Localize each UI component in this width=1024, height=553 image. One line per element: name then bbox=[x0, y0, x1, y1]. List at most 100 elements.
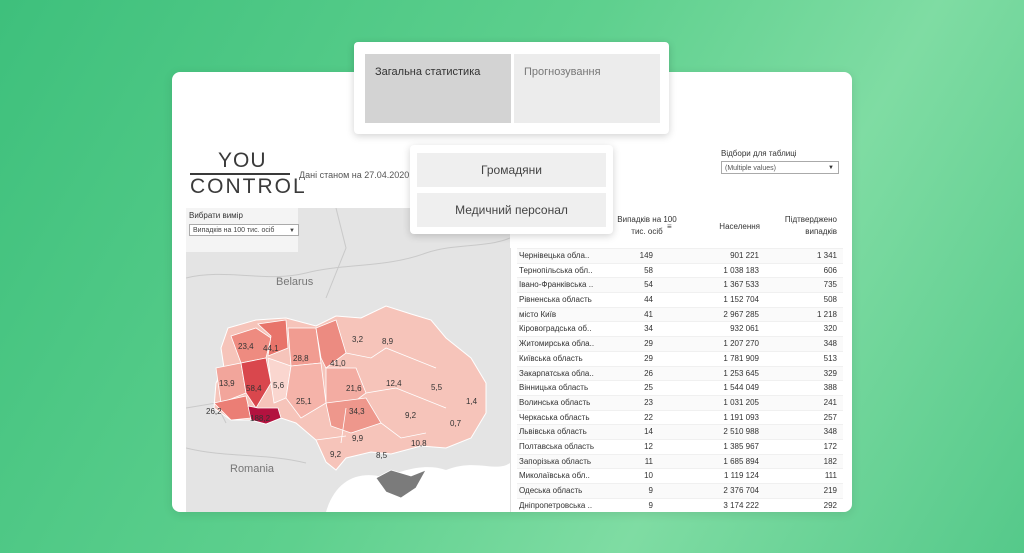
cell-pop: 1 367 533 bbox=[723, 280, 759, 290]
region-label: 25,1 bbox=[296, 397, 312, 406]
tab-label: Прогнозування bbox=[524, 66, 601, 78]
region-label: 10,8 bbox=[411, 439, 427, 448]
cell-rate: 29 bbox=[644, 339, 653, 349]
people-selector-panel: Громадяни Медичний персонал bbox=[410, 145, 613, 234]
region-label: 41,0 bbox=[330, 359, 346, 368]
col-header-population[interactable]: Населення bbox=[705, 222, 760, 231]
table-row[interactable]: місто Київ 41 2 967 285 1 218 bbox=[517, 306, 843, 322]
tab-general-statistics[interactable]: Загальна статистика bbox=[365, 54, 511, 123]
cell-pop: 3 174 222 bbox=[723, 500, 759, 510]
cell-pop: 2 376 704 bbox=[723, 486, 759, 495]
region-label: 0,7 bbox=[450, 419, 462, 428]
cell-rate: 9 bbox=[648, 500, 653, 510]
table-filter-dropdown[interactable]: (Multiple values) ▼ bbox=[721, 161, 839, 174]
cell-rate: 34 bbox=[644, 324, 653, 334]
cell-pop: 1 544 049 bbox=[723, 383, 759, 393]
cell-cases: 513 bbox=[823, 353, 837, 363]
region-label: 9,2 bbox=[330, 450, 342, 459]
table-row[interactable]: Черкаська область 22 1 191 093 257 bbox=[517, 409, 843, 425]
table-row[interactable]: Чернівецька обла.. 149 901 221 1 341 bbox=[517, 248, 843, 263]
cell-pop: 1 031 205 bbox=[723, 397, 759, 407]
table-row[interactable]: Дніпропетровська .. 9 3 174 222 292 bbox=[517, 497, 843, 512]
region-label: 1,4 bbox=[466, 397, 478, 406]
cell-cases: 172 bbox=[823, 441, 837, 451]
cell-rate: 14 bbox=[644, 427, 653, 437]
cell-pop: 1 038 183 bbox=[723, 265, 759, 275]
table-body: Чернівецька обла.. 149 901 221 1 341 Тернопі… bbox=[517, 248, 843, 512]
cell-rate: 58 bbox=[644, 265, 653, 275]
region-label: 8,9 bbox=[382, 337, 394, 346]
region-label: 5,6 bbox=[273, 381, 285, 390]
cell-cases: 257 bbox=[823, 412, 837, 422]
cell-pop: 1 191 093 bbox=[723, 412, 759, 422]
cell-rate: 9 bbox=[648, 486, 653, 495]
cell-pop: 1 152 704 bbox=[723, 295, 759, 305]
cell-rate: 41 bbox=[644, 309, 653, 319]
table-row[interactable]: Миколаївська обл.. 10 1 119 124 111 bbox=[517, 468, 843, 483]
cell-cases: 606 bbox=[823, 265, 837, 275]
col-header-cases[interactable]: Підтверджено випадків bbox=[767, 214, 837, 238]
chevron-down-icon: ▼ bbox=[289, 228, 295, 234]
table-row[interactable]: Тернопільська обл.. 58 1 038 183 606 bbox=[517, 262, 843, 278]
table-row[interactable]: Полтавська область 12 1 385 967 172 bbox=[517, 438, 843, 454]
cell-cases: 219 bbox=[823, 486, 837, 495]
logo-bottom-text: CONTROL bbox=[190, 175, 307, 198]
table-row[interactable]: Житомирська обла.. 29 1 207 270 348 bbox=[517, 336, 843, 351]
region-label: 188,2 bbox=[250, 414, 271, 423]
country-label-romania: Romania bbox=[230, 463, 275, 475]
dimension-dropdown[interactable]: Випадків на 100 тис. осіб ▼ bbox=[189, 224, 299, 236]
table-row[interactable]: Запорізька область 11 1 685 894 182 bbox=[517, 453, 843, 469]
cell-name: Полтавська область bbox=[519, 441, 595, 451]
dashboard-card: YOU CONTROL Дані станом на 27.04.2020 Ві… bbox=[172, 72, 852, 512]
table-row[interactable]: Волинська область 23 1 031 205 241 bbox=[517, 394, 843, 410]
cell-cases: 1 218 bbox=[816, 309, 837, 319]
logo-top-text: YOU bbox=[218, 149, 267, 172]
ukraine-map[interactable]: 23,4 44,1 3,2 8,9 28,8 41,0 13,9 58,4 5,… bbox=[186, 208, 510, 512]
region-label: 26,2 bbox=[206, 407, 222, 416]
cell-pop: 2 510 988 bbox=[723, 427, 759, 437]
cell-cases: 329 bbox=[823, 368, 837, 378]
tab-forecasting[interactable]: Прогнозування bbox=[514, 54, 660, 123]
table-row[interactable]: Кіровоградська об.. 34 932 061 320 bbox=[517, 321, 843, 336]
cell-name: Івано-Франківська .. bbox=[519, 280, 594, 290]
table-row[interactable]: Одеська область 9 2 376 704 219 bbox=[517, 483, 843, 498]
cell-cases: 508 bbox=[823, 295, 837, 305]
table-row[interactable]: Київська область 29 1 781 909 513 bbox=[517, 350, 843, 366]
table-row[interactable]: Івано-Франківська .. 54 1 367 533 735 bbox=[517, 277, 843, 293]
medical-staff-button[interactable]: Медичний персонал bbox=[417, 193, 606, 227]
table-filter-title: Відбори для таблиці bbox=[721, 149, 797, 158]
cell-pop: 1 119 124 bbox=[724, 471, 759, 481]
table-row[interactable]: Львівська область 14 2 510 988 348 bbox=[517, 424, 843, 439]
cell-rate: 25 bbox=[644, 383, 653, 393]
as-of-date: Дані станом на 27.04.2020 bbox=[299, 170, 410, 180]
cell-pop: 932 061 bbox=[730, 324, 759, 334]
table-row[interactable]: Закарпатська обла.. 26 1 253 645 329 bbox=[517, 365, 843, 381]
cell-pop: 1 781 909 bbox=[723, 353, 759, 363]
cell-cases: 1 341 bbox=[816, 251, 837, 260]
table-row[interactable]: Рівненська область 44 1 152 704 508 bbox=[517, 292, 843, 307]
region-label: 5,5 bbox=[431, 383, 443, 392]
column-separator bbox=[510, 248, 511, 512]
dimension-title: Вибрати вимір bbox=[189, 211, 243, 220]
region-label: 12,4 bbox=[386, 379, 402, 388]
region-label: 3,2 bbox=[352, 335, 364, 344]
region-label: 34,3 bbox=[349, 407, 365, 416]
cell-name: Житомирська обла.. bbox=[519, 339, 595, 349]
cell-cases: 388 bbox=[823, 383, 837, 393]
cell-name: Миколаївська обл.. bbox=[519, 471, 590, 481]
cell-rate: 11 bbox=[644, 456, 653, 466]
cell-pop: 1 685 894 bbox=[723, 456, 759, 466]
region-label: 23,4 bbox=[238, 342, 254, 351]
cell-pop: 1 253 645 bbox=[723, 368, 759, 378]
dimension-panel: Вибрати вимір Випадків на 100 тис. осіб … bbox=[186, 208, 299, 252]
cell-name: Вінницька область bbox=[519, 383, 589, 393]
citizens-button[interactable]: Громадяни bbox=[417, 153, 606, 187]
cell-name: Дніпропетровська .. bbox=[519, 500, 593, 510]
cell-name: Кіровоградська об.. bbox=[519, 324, 592, 334]
cell-pop: 1 207 270 bbox=[723, 339, 759, 349]
tabs-panel: Загальна статистика Прогнозування bbox=[354, 42, 669, 134]
region-label: 13,9 bbox=[219, 379, 235, 388]
cell-name: Київська область bbox=[519, 353, 583, 363]
table-row[interactable]: Вінницька область 25 1 544 049 388 bbox=[517, 380, 843, 395]
sort-icon[interactable]: ≡ bbox=[667, 222, 672, 231]
